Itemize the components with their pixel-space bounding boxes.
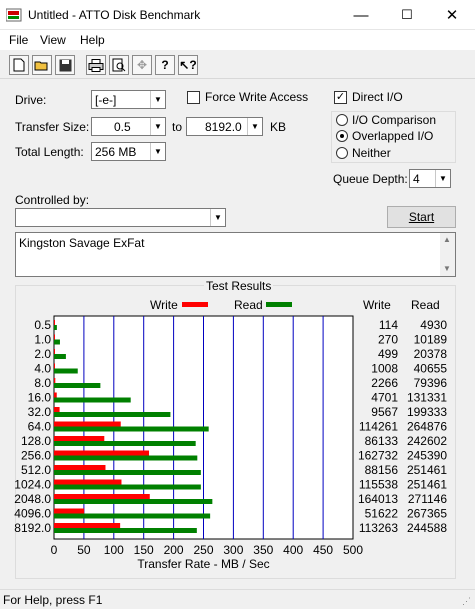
write-bar bbox=[54, 392, 57, 398]
category-label: 0.5 bbox=[34, 318, 51, 332]
read-bar bbox=[54, 397, 131, 403]
category-label: 1024.0 bbox=[14, 478, 51, 492]
x-axis-label: Transfer Rate - MB / Sec bbox=[137, 557, 269, 571]
write-bar bbox=[54, 421, 121, 427]
status-text: For Help, press F1 bbox=[3, 593, 103, 607]
x-tick-label: 250 bbox=[193, 543, 213, 557]
category-label: 2.0 bbox=[34, 347, 51, 361]
write-value: 499 bbox=[378, 347, 398, 361]
read-value: 4930 bbox=[420, 318, 447, 332]
write-bar bbox=[54, 479, 122, 485]
write-value: 114 bbox=[379, 318, 398, 332]
read-value: 242602 bbox=[407, 434, 447, 448]
x-tick-label: 500 bbox=[343, 543, 363, 557]
write-value: 115538 bbox=[359, 478, 398, 492]
read-bar bbox=[54, 325, 57, 330]
write-bar bbox=[54, 378, 56, 383]
category-label: 512.0 bbox=[21, 463, 51, 477]
read-bar bbox=[54, 412, 171, 417]
category-label: 2048.0 bbox=[14, 492, 51, 506]
category-label: 4096.0 bbox=[14, 507, 51, 521]
write-value: 2266 bbox=[371, 376, 398, 390]
write-bar bbox=[54, 523, 121, 528]
read-bar bbox=[54, 426, 209, 432]
read-bar bbox=[54, 339, 60, 345]
write-value: 4701 bbox=[371, 391, 398, 405]
resize-grip-icon[interactable]: ⋰ bbox=[462, 596, 471, 607]
read-bar bbox=[54, 368, 78, 374]
category-label: 8.0 bbox=[34, 376, 51, 390]
write-value: 164013 bbox=[358, 492, 398, 506]
x-tick-label: 50 bbox=[77, 543, 91, 557]
write-bar bbox=[54, 349, 55, 354]
transfer-rate-chart: 0 50 100 150 200 250 300 350 400 450 500 Transfer R… bbox=[14, 315, 448, 571]
read-value: 20378 bbox=[414, 347, 448, 361]
category-label: 64.0 bbox=[28, 420, 52, 434]
write-bar bbox=[54, 494, 150, 499]
read-value: 131331 bbox=[407, 391, 447, 405]
read-bar bbox=[54, 441, 196, 446]
write-value: 113263 bbox=[359, 521, 398, 535]
x-tick-label: 0 bbox=[51, 543, 58, 557]
read-value: 245390 bbox=[407, 449, 447, 463]
read-bar bbox=[54, 528, 197, 533]
read-value: 10189 bbox=[414, 333, 448, 347]
write-bar bbox=[54, 465, 106, 470]
write-value: 9567 bbox=[371, 405, 398, 419]
write-value: 162732 bbox=[358, 449, 398, 463]
category-label: 8192.0 bbox=[14, 521, 51, 535]
x-tick-label: 350 bbox=[253, 543, 273, 557]
write-bar bbox=[54, 436, 105, 441]
read-bar bbox=[54, 383, 101, 388]
x-tick-label: 450 bbox=[313, 543, 333, 557]
category-label: 1.0 bbox=[34, 333, 51, 347]
read-value: 271146 bbox=[408, 492, 447, 506]
read-bar bbox=[54, 484, 201, 490]
category-label: 4.0 bbox=[34, 362, 51, 376]
category-label: 16.0 bbox=[28, 391, 52, 405]
x-tick-label: 150 bbox=[134, 543, 154, 557]
read-value: 251461 bbox=[407, 463, 447, 477]
write-bar bbox=[54, 450, 150, 456]
read-value: 251461 bbox=[407, 478, 447, 492]
category-label: 256.0 bbox=[21, 449, 51, 463]
write-bar bbox=[54, 320, 55, 325]
read-bar bbox=[54, 499, 213, 504]
read-bar bbox=[54, 455, 198, 461]
category-label: 128.0 bbox=[21, 434, 51, 448]
write-value: 51622 bbox=[365, 507, 399, 521]
write-value: 1008 bbox=[371, 362, 398, 376]
write-bar bbox=[54, 334, 55, 340]
write-value: 270 bbox=[378, 333, 398, 347]
read-bar bbox=[54, 354, 66, 359]
x-tick-label: 400 bbox=[283, 543, 303, 557]
read-value: 267365 bbox=[407, 507, 447, 521]
read-bar bbox=[54, 513, 211, 519]
write-bar bbox=[54, 407, 60, 412]
read-value: 264876 bbox=[407, 420, 447, 434]
write-bar bbox=[54, 363, 55, 369]
write-bar bbox=[54, 508, 85, 514]
read-value: 244588 bbox=[407, 521, 447, 535]
x-tick-label: 300 bbox=[223, 543, 243, 557]
read-value: 79396 bbox=[414, 376, 448, 390]
x-tick-label: 200 bbox=[164, 543, 184, 557]
read-bar bbox=[54, 470, 201, 475]
read-value: 199333 bbox=[407, 405, 447, 419]
read-value: 40655 bbox=[414, 362, 448, 376]
write-value: 86133 bbox=[365, 434, 399, 448]
x-tick-label: 100 bbox=[104, 543, 124, 557]
category-label: 32.0 bbox=[28, 405, 52, 419]
write-value: 114261 bbox=[359, 420, 398, 434]
write-value: 88156 bbox=[365, 463, 399, 477]
